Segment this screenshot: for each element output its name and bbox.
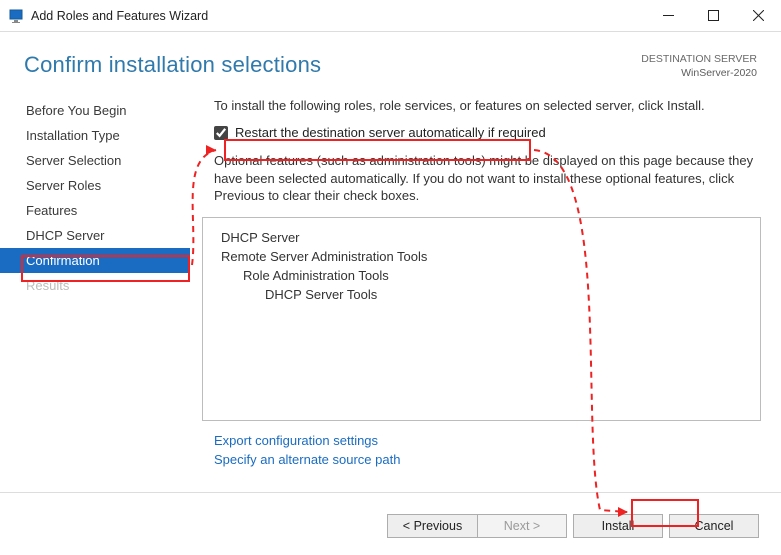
nav-installation-type[interactable]: Installation Type [0,123,190,148]
main-panel: To install the following roles, role ser… [190,94,781,492]
window-controls [646,0,781,31]
destination-label: DESTINATION SERVER [641,52,757,66]
destination-server: WinServer-2020 [641,66,757,80]
previous-button[interactable]: < Previous [387,514,477,538]
close-button[interactable] [736,0,781,31]
list-item: Remote Server Administration Tools [213,247,746,266]
wizard-nav: Before You Begin Installation Type Serve… [0,94,190,492]
list-item: Role Administration Tools [213,266,746,285]
nav-server-roles[interactable]: Server Roles [0,173,190,198]
cancel-button[interactable]: Cancel [669,514,759,538]
list-item: DHCP Server Tools [213,285,746,304]
destination-info: DESTINATION SERVER WinServer-2020 [641,52,757,80]
title-bar: Add Roles and Features Wizard [0,0,781,32]
nav-features[interactable]: Features [0,198,190,223]
next-button: Next > [477,514,567,538]
list-item: DHCP Server [213,228,746,247]
links-area: Export configuration settings Specify an… [200,431,761,469]
wizard-header: Confirm installation selections DESTINAT… [0,32,781,84]
nav-results: Results [0,273,190,298]
install-button[interactable]: Install [573,514,663,538]
page-heading: Confirm installation selections [24,52,641,78]
nav-before-you-begin[interactable]: Before You Begin [0,98,190,123]
nav-server-selection[interactable]: Server Selection [0,148,190,173]
nav-confirmation[interactable]: Confirmation [0,248,190,273]
server-manager-icon [8,8,24,24]
wizard-footer: < Previous Next > Install Cancel [0,492,781,549]
restart-label[interactable]: Restart the destination server automatic… [235,125,546,140]
restart-row: Restart the destination server automatic… [200,121,761,148]
alternate-source-link[interactable]: Specify an alternate source path [214,450,761,469]
minimize-button[interactable] [646,0,691,31]
nav-dhcp-server[interactable]: DHCP Server [0,223,190,248]
maximize-button[interactable] [691,0,736,31]
window-title: Add Roles and Features Wizard [31,9,646,23]
export-config-link[interactable]: Export configuration settings [214,431,761,450]
restart-checkbox[interactable] [214,126,228,140]
intro-text: To install the following roles, role ser… [200,94,761,121]
selections-listbox[interactable]: DHCP Server Remote Server Administration… [202,217,761,421]
optional-features-note: Optional features (such as administratio… [200,148,761,217]
